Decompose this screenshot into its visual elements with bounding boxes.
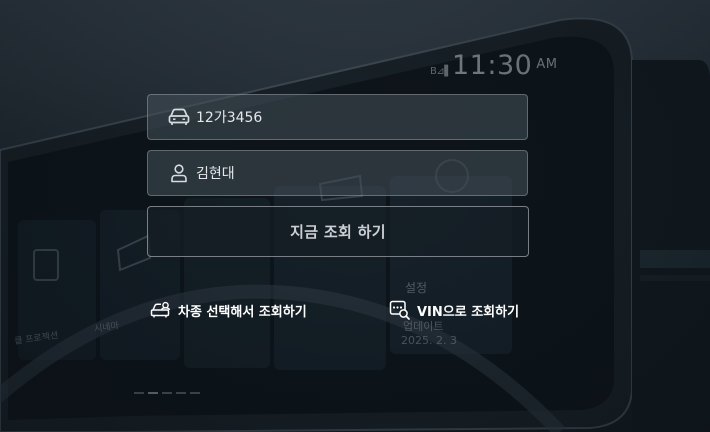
clock-time: 11:30 — [452, 50, 533, 81]
status-indicators: B⊿▌ — [430, 66, 452, 77]
search-by-vin-link[interactable]: VIN으로 조회하기 — [389, 299, 519, 321]
plate-number-field[interactable] — [147, 94, 528, 140]
clock-ampm: AM — [536, 57, 558, 72]
search-by-model-label: 차종 선택해서 조회하기 — [178, 304, 307, 320]
search-by-model-link[interactable]: 차종 선택해서 조회하기 — [150, 299, 307, 321]
person-icon — [167, 161, 191, 185]
tile-settings-title: 설정 — [405, 281, 428, 295]
dashboard-clock: 11:30 AM — [452, 50, 557, 81]
owner-name-field[interactable] — [147, 150, 528, 196]
car-icon — [167, 105, 191, 129]
search-now-button[interactable]: 지금 조회 하기 — [147, 206, 529, 257]
tile-date-text: 2025. 2. 3 — [401, 334, 457, 347]
car-select-icon — [150, 300, 172, 320]
plate-number-input[interactable] — [196, 109, 496, 125]
vin-search-icon — [389, 300, 411, 320]
search-by-vin-label: VIN으로 조회하기 — [417, 304, 520, 320]
owner-name-input[interactable] — [196, 165, 496, 181]
screen: B⊿▌ 11:30 AM 설정 업데이트 2025. 2. 3 클 프로젝션 시네… — [0, 0, 710, 432]
